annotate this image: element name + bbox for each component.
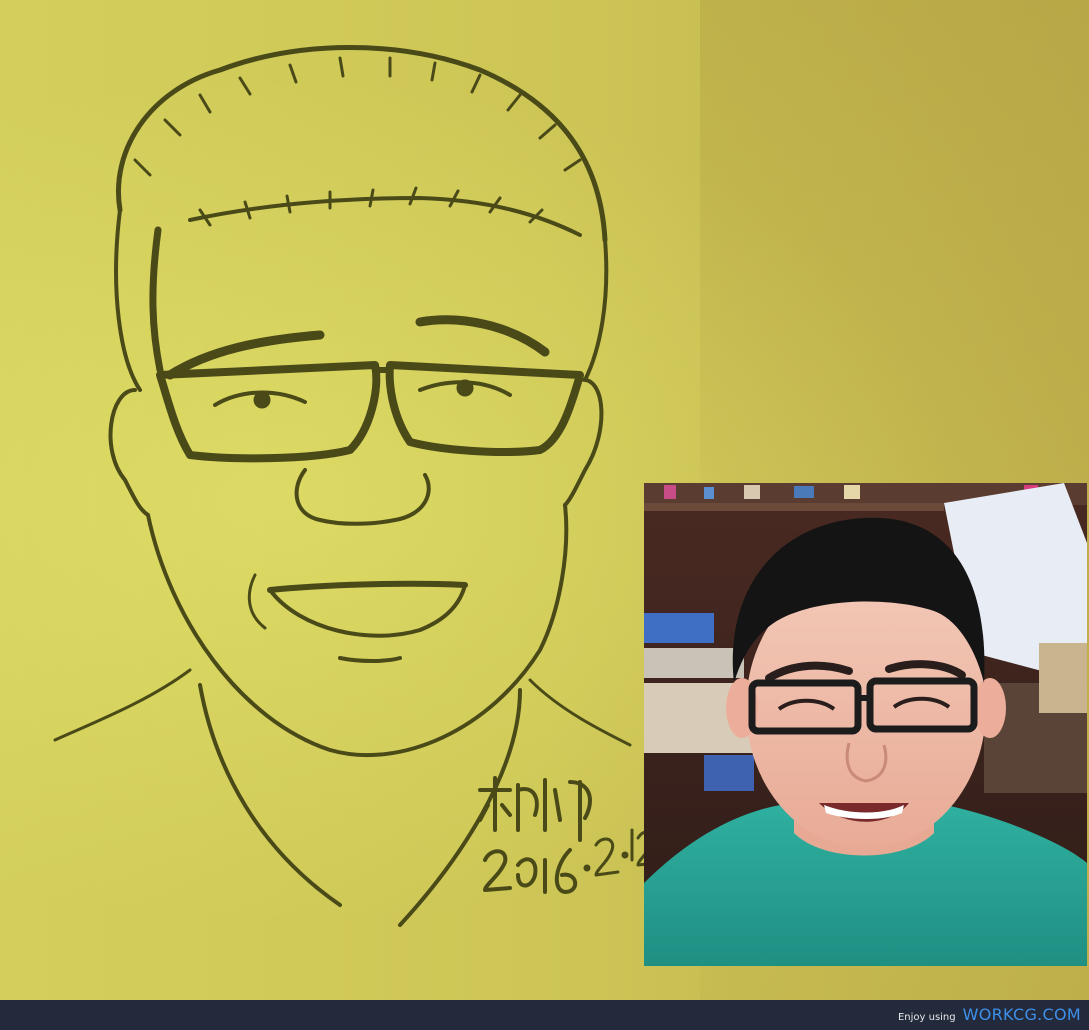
reference-photo: [644, 483, 1087, 966]
footer-credit: Enjoy using WORKCG.COM: [898, 1005, 1081, 1024]
caricature-sketch: [53, 45, 658, 927]
footer-enjoy-label: Enjoy using: [897, 1012, 956, 1023]
footer-bar: Enjoy using WORKCG.COM: [0, 1000, 1089, 1030]
footer-brand-link[interactable]: WORKCG.COM: [963, 1005, 1081, 1024]
